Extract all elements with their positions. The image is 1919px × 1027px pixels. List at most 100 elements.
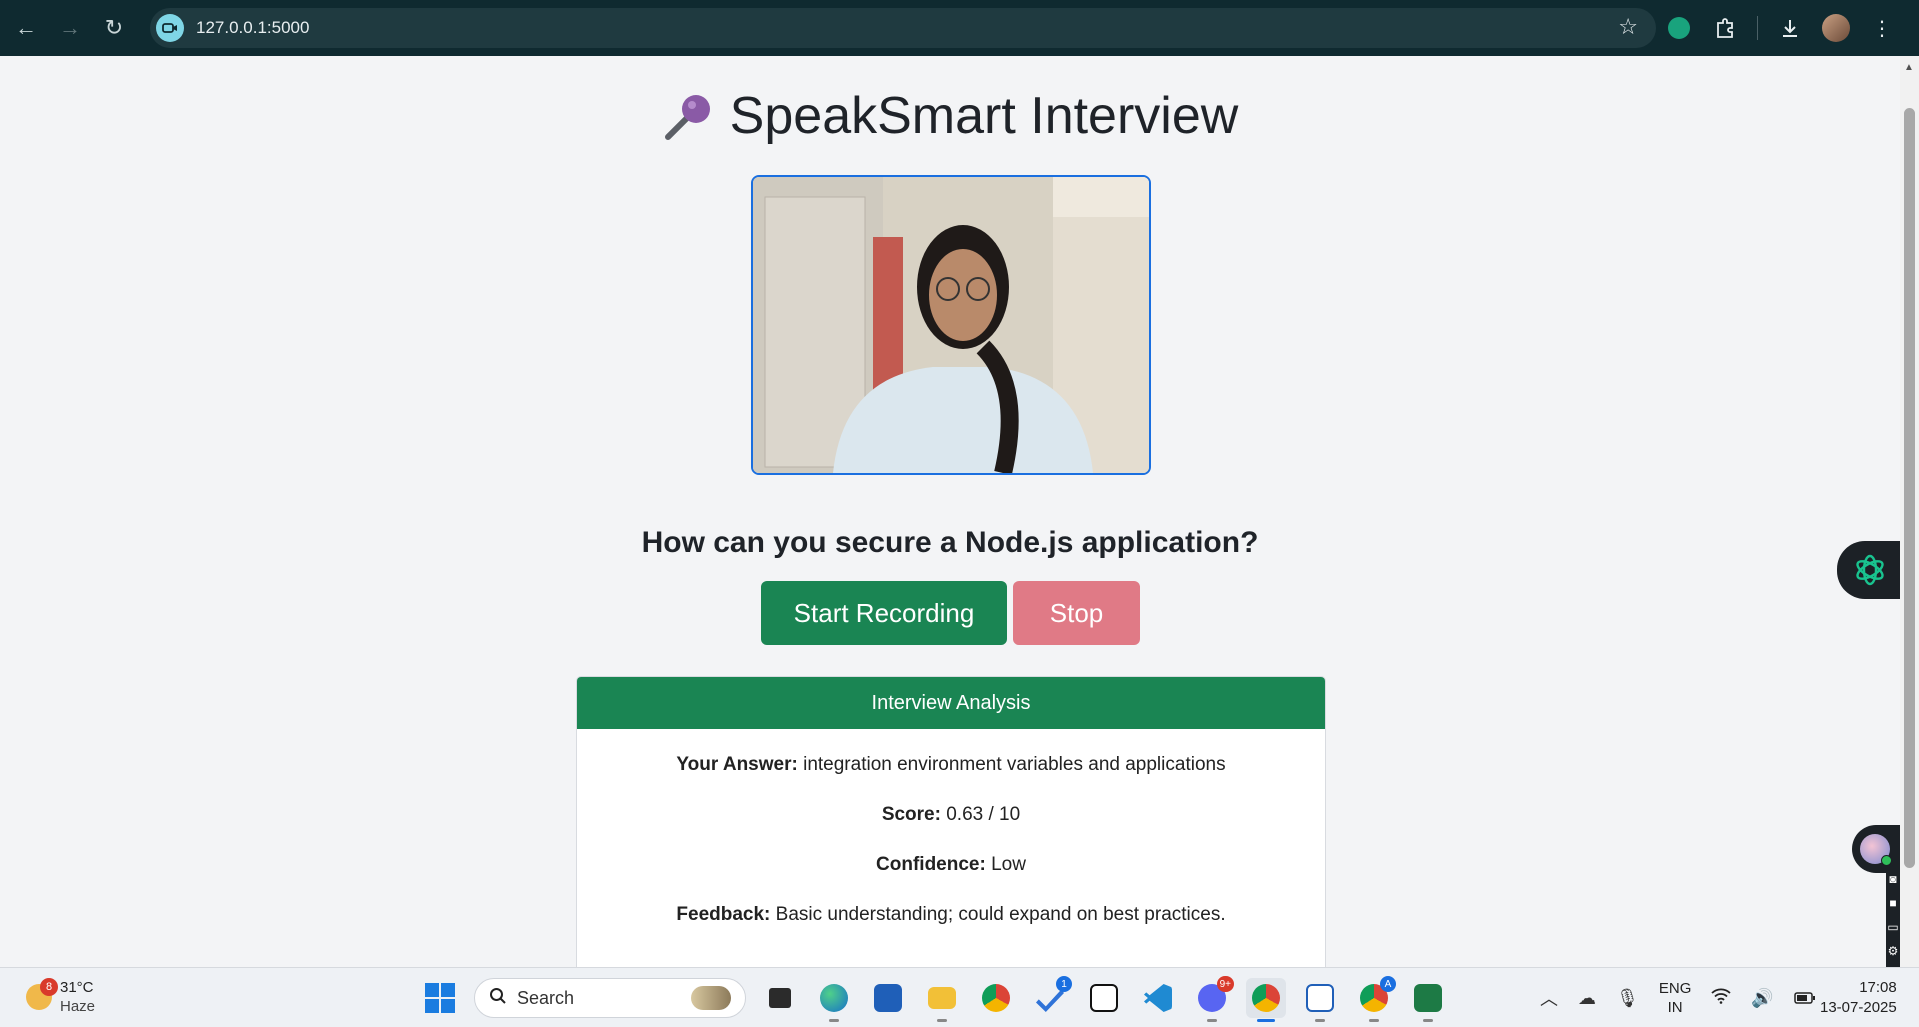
arrow-left-icon: ← (15, 15, 37, 40)
taskbar-excel[interactable] (1408, 978, 1448, 1022)
reload-button[interactable]: ↻ (96, 10, 132, 46)
chrome-profile-badge: A (1380, 976, 1396, 992)
back-button[interactable]: ← (8, 10, 44, 46)
gear-icon[interactable]: ⚙ (1888, 944, 1899, 958)
analysis-card-header: Interview Analysis (577, 677, 1325, 729)
search-highlight-image (691, 986, 731, 1010)
chatgpt-extension-icon[interactable] (1665, 14, 1693, 42)
profile-avatar[interactable] (1822, 14, 1850, 42)
taskbar-chrome-profile-a[interactable]: A (1354, 976, 1396, 1022)
chevron-up-icon[interactable]: ︿ (1540, 985, 1558, 1011)
window-app-icon (1306, 984, 1334, 1012)
wifi-icon[interactable] (1711, 988, 1731, 1009)
page-title-text: SpeakSmart Interview (729, 87, 1239, 145)
score-label: Score: (881, 804, 941, 825)
answer-value: integration environment variables and ap… (803, 754, 1226, 775)
microphone-tray-icon[interactable]: 🎙 (1616, 988, 1639, 1009)
score-value: 0.63 / 10 (946, 804, 1021, 825)
page-title: SpeakSmart Interview (0, 86, 1900, 146)
extensions-puzzle-icon[interactable] (1711, 14, 1739, 42)
weather-condition-text: Haze (60, 998, 96, 1015)
search-placeholder: Search (517, 987, 575, 1008)
chatgpt-icon (1856, 554, 1884, 586)
windows-logo-icon (425, 983, 455, 1013)
screen-share-icon[interactable]: ▭ (1887, 920, 1898, 934)
folder-icon (928, 987, 956, 1009)
taskbar-discord[interactable]: 9+ (1192, 976, 1234, 1022)
chatgpt-sidebar-widget[interactable] (1837, 541, 1900, 599)
browser-toolbar: ← → ↻ 127.0.0.1:5000 ☆ ⋮ (0, 0, 1919, 56)
excel-icon (1414, 984, 1442, 1012)
onedrive-error-icon[interactable]: ☁ (1578, 988, 1596, 1009)
start-button[interactable] (420, 978, 460, 1018)
search-icon (489, 987, 507, 1010)
answer-label: Your Answer: (676, 754, 798, 775)
taskbar-store[interactable] (868, 978, 908, 1018)
weather-widget[interactable]: 8 31°C Haze (26, 978, 95, 1016)
video-camera-icon[interactable]: ■ (1889, 896, 1896, 910)
confidence-row: Confidence: Low (577, 851, 1325, 879)
webcam-video (751, 175, 1151, 475)
score-row: Score: 0.63 / 10 (577, 801, 1325, 829)
reload-icon: ↻ (104, 15, 124, 40)
stop-button[interactable]: Stop (1013, 581, 1140, 645)
kebab-menu-icon[interactable]: ⋮ (1868, 14, 1896, 42)
taskbar-chrome-active[interactable] (1246, 978, 1286, 1022)
language-indicator[interactable]: ENG IN (1659, 979, 1692, 1017)
floating-tools-bar: ◙ ■ ▭ ⚙ (1886, 866, 1900, 967)
taskbar-todo[interactable]: 1 (1030, 976, 1072, 1018)
answer-row: Your Answer: integration environment var… (577, 751, 1325, 779)
interview-question: How can you secure a Node.js application… (641, 526, 1259, 559)
start-recording-button[interactable]: Start Recording (761, 581, 1007, 645)
bookmark-star-icon[interactable]: ☆ (1618, 14, 1638, 40)
microphone-icon (662, 89, 716, 143)
confidence-label: Confidence: (876, 854, 986, 875)
chrome-icon (982, 984, 1010, 1012)
feedback-label: Feedback: (676, 904, 771, 925)
feedback-row: Feedback: Basic understanding; could exp… (577, 901, 1325, 929)
region-code: IN (1667, 999, 1683, 1016)
task-view-icon (769, 988, 791, 1008)
todo-badge: 1 (1056, 976, 1072, 992)
taskbar-file-manager[interactable] (760, 978, 800, 1018)
system-clock[interactable]: 17:08 13-07-2025 (1820, 978, 1897, 1018)
taskbar-search-box[interactable]: Search (474, 978, 746, 1018)
analysis-card: Interview Analysis Your Answer: integrat… (576, 676, 1326, 967)
discord-badge: 9+ (1216, 976, 1234, 992)
windows-taskbar: 8 31°C Haze Search 1 9+ A ︿ ☁ 🎙 ENG IN 🔊… (0, 967, 1919, 1027)
feedback-value: Basic understanding; could expand on bes… (775, 904, 1226, 925)
scroll-up-arrow-icon[interactable]: ▲ (1904, 62, 1914, 73)
camera-icon[interactable]: ◙ (1889, 872, 1896, 886)
address-bar[interactable]: 127.0.0.1:5000 ☆ (150, 8, 1656, 48)
battery-icon[interactable] (1794, 988, 1816, 1009)
weather-haze-icon: 8 (26, 978, 58, 1010)
assistant-avatar-icon (1860, 834, 1892, 866)
store-icon (874, 984, 902, 1012)
weather-notification-badge: 8 (40, 978, 58, 996)
system-tray: ︿ ☁ 🎙 ENG IN 🔊 (1540, 976, 1816, 1020)
taskbar-vscode[interactable] (1138, 978, 1178, 1018)
edge-icon (820, 984, 848, 1012)
taskbar-apps: Search 1 9+ A (420, 976, 1448, 1022)
volume-icon[interactable]: 🔊 (1751, 988, 1773, 1009)
chrome-profile-icon (1252, 984, 1280, 1012)
temperature-text: 31°C (60, 979, 94, 996)
confidence-value: Low (991, 854, 1026, 875)
taskbar-notion[interactable] (1084, 978, 1124, 1018)
site-info-icon[interactable] (156, 14, 184, 42)
taskbar-window-app[interactable] (1300, 978, 1340, 1022)
notion-icon (1090, 984, 1118, 1012)
arrow-right-icon: → (59, 15, 81, 40)
clock-time: 17:08 (1859, 979, 1897, 996)
url-text[interactable]: 127.0.0.1:5000 (196, 18, 309, 38)
forward-button[interactable]: → (52, 10, 88, 46)
download-icon[interactable] (1776, 14, 1804, 42)
language-code: ENG (1658, 980, 1692, 997)
toolbar-divider (1757, 16, 1758, 40)
taskbar-edge[interactable] (814, 978, 854, 1022)
taskbar-explorer[interactable] (922, 978, 962, 1022)
scrollbar-thumb[interactable] (1904, 108, 1915, 868)
page-content: SpeakSmart Interview How can you secure … (0, 56, 1900, 967)
taskbar-chrome[interactable] (976, 978, 1016, 1018)
page-scrollbar[interactable]: ▲ (1900, 56, 1919, 967)
